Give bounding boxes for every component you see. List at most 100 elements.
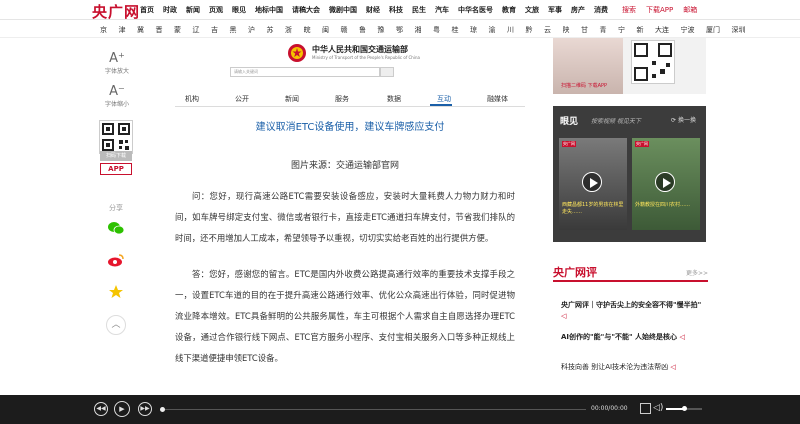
region-link[interactable]: 皖 (304, 25, 311, 35)
region-link[interactable]: 晋 (156, 25, 163, 35)
region-link[interactable]: 湘 (415, 25, 422, 35)
qr-code-icon[interactable] (99, 120, 133, 154)
ministry-tab: 数据 (387, 95, 401, 103)
region-link[interactable]: 新 (637, 25, 644, 35)
region-link[interactable]: 厦门 (706, 25, 720, 35)
time-display: 00:00/00:00 (591, 405, 628, 412)
play-button[interactable]: ▶ (114, 401, 130, 417)
app-download-banner[interactable]: 扫描二维码 下载APP (553, 38, 706, 94)
nav-right-link[interactable]: 邮箱 (683, 5, 697, 15)
region-link[interactable]: 苏 (267, 25, 274, 35)
app-badge[interactable]: APP (100, 163, 132, 175)
nav-link[interactable]: 汽车 (435, 5, 449, 15)
volume-knob[interactable] (682, 406, 687, 411)
nav-link[interactable]: 财经 (366, 5, 380, 15)
qr-download-button[interactable]: 扫码下载 (100, 151, 132, 161)
region-link[interactable]: 琼 (470, 25, 477, 35)
nav-link[interactable]: 页观 (209, 5, 223, 15)
region-link[interactable]: 津 (119, 25, 126, 35)
nav-link[interactable]: 地标中国 (255, 5, 283, 15)
pinglun-item-text: 央广网评｜守护舌尖上的安全容不得"慢半拍" (561, 301, 702, 309)
top-nav: 央广网 首页 时政 新闻 页观 眼见 地标中国 请稿大会 微剧中国 财经 科技 民生 汽车 中华名医号教… (0, 0, 800, 22)
pinglun-header: 央广网评 更多>> (553, 262, 708, 282)
region-link[interactable]: 深圳 (732, 25, 746, 35)
font-enlarge-button[interactable]: A⁺ 字体放大 (94, 52, 140, 76)
nav-link[interactable]: 中华名医号 (458, 5, 493, 15)
video-caption: 西藏昌都11岁的男孩在林里走失…… (562, 202, 624, 215)
swap-button[interactable]: ⟳ 换一换 (671, 115, 696, 124)
region-link[interactable]: 宁 (618, 25, 625, 35)
region-link[interactable]: 辽 (193, 25, 200, 35)
ministry-tab-divider (175, 106, 525, 107)
region-link[interactable]: 青 (600, 25, 607, 35)
font-shrink-button[interactable]: A⁻ 字体缩小 (94, 85, 140, 109)
ministry-search-icon (380, 67, 394, 77)
region-link[interactable]: 京 (100, 25, 107, 35)
speaker-icon: ◁ (679, 333, 685, 341)
region-link[interactable]: 甘 (581, 25, 588, 35)
forward-button[interactable]: ▶▶ (138, 402, 152, 416)
nav-link[interactable]: 民生 (412, 5, 426, 15)
region-link[interactable]: 鄂 (396, 25, 403, 35)
article-body: 图片来源：交通运输部官网 问：您好，现行高速公路ETC需要安装设备感应，安装时大… (175, 150, 515, 369)
region-link[interactable]: 赣 (341, 25, 348, 35)
nav-link[interactable]: 房产 (571, 5, 585, 15)
back-to-top-button[interactable]: ︿ (106, 315, 126, 335)
region-link[interactable]: 桂 (452, 25, 459, 35)
progress-knob[interactable] (160, 407, 165, 412)
ministry-tab: 新闻 (285, 95, 299, 103)
pinglun-more-link[interactable]: 更多>> (686, 268, 708, 277)
region-link[interactable]: 川 (507, 25, 514, 35)
nav-link[interactable]: 首页 (140, 5, 154, 15)
region-link[interactable]: 吉 (211, 25, 218, 35)
fullscreen-icon[interactable] (640, 403, 651, 414)
yanjian-title: 眼见 (560, 117, 579, 127)
region-link[interactable]: 冀 (137, 25, 144, 35)
region-link[interactable]: 闽 (322, 25, 329, 35)
region-link[interactable]: 粤 (433, 25, 440, 35)
region-link[interactable]: 陕 (563, 25, 570, 35)
pinglun-item[interactable]: 央广网评｜守护舌尖上的安全容不得"慢半拍" ◁ (561, 300, 706, 322)
play-icon[interactable] (655, 172, 675, 192)
weibo-icon[interactable] (107, 251, 125, 269)
pinglun-item[interactable]: AI创作的"能"与"不能" 人始终是核心 ◁ (561, 332, 706, 343)
nav-link[interactable]: 请稿大会 (292, 5, 320, 15)
left-tools: A⁺ 字体放大 A⁻ 字体缩小 (94, 52, 140, 109)
nav-link[interactable]: 新闻 (186, 5, 200, 15)
region-list: 京 津 冀 晋 蒙 辽 吉 黑 沪 苏 浙 皖 闽 赣 鲁 豫 鄂 湘 粤 桂 琼 渝 川 黔 云 陕 甘 青 宁 新 大连 宁波 厦门 深圳 (100, 25, 757, 35)
nav-link[interactable]: 时政 (163, 5, 177, 15)
video-card[interactable]: 央广网 西藏昌都11岁的男孩在林里走失…… (559, 138, 627, 230)
region-link[interactable]: 蒙 (174, 25, 181, 35)
pinglun-item[interactable]: 科技向善 别让AI技术沦为违法帮凶 ◁ (561, 362, 706, 373)
region-link[interactable]: 豫 (378, 25, 385, 35)
region-link[interactable]: 渝 (489, 25, 496, 35)
nav-link[interactable]: 科技 (389, 5, 403, 15)
region-link[interactable]: 鲁 (359, 25, 366, 35)
progress-track[interactable] (162, 409, 586, 410)
yanjian-slogan: 按索视频 视见天下 (591, 118, 641, 125)
rewind-button[interactable]: ◀◀ (94, 402, 108, 416)
region-link[interactable]: 沪 (248, 25, 255, 35)
nav-link[interactable]: 军事 (548, 5, 562, 15)
site-logo[interactable]: 央广网 (92, 1, 140, 22)
play-icon[interactable] (582, 172, 602, 192)
wechat-icon[interactable] (107, 219, 125, 237)
region-link[interactable]: 大连 (655, 25, 669, 35)
video-card[interactable]: 央广网 外籍教授在四川农村…… (632, 138, 700, 230)
region-link[interactable]: 云 (544, 25, 551, 35)
nav-right-link[interactable]: 下载APP (646, 5, 673, 15)
region-link[interactable]: 宁波 (681, 25, 695, 35)
region-link[interactable]: 黑 (230, 25, 237, 35)
nav-link[interactable]: 消费 (594, 5, 608, 15)
volume-icon[interactable]: ◁) (653, 403, 663, 413)
nav-link[interactable]: 眼见 (232, 5, 246, 15)
region-link[interactable]: 浙 (285, 25, 292, 35)
qzone-icon[interactable] (107, 283, 125, 301)
pinglun-title: 央广网评 (553, 266, 597, 279)
nav-link[interactable]: 教育 (502, 5, 516, 15)
video-caption: 外籍教授在四川农村…… (635, 202, 691, 208)
nav-link[interactable]: 文旅 (525, 5, 539, 15)
nav-link[interactable]: 微剧中国 (329, 5, 357, 15)
nav-right-link[interactable]: 搜索 (622, 5, 636, 15)
region-link[interactable]: 黔 (526, 25, 533, 35)
